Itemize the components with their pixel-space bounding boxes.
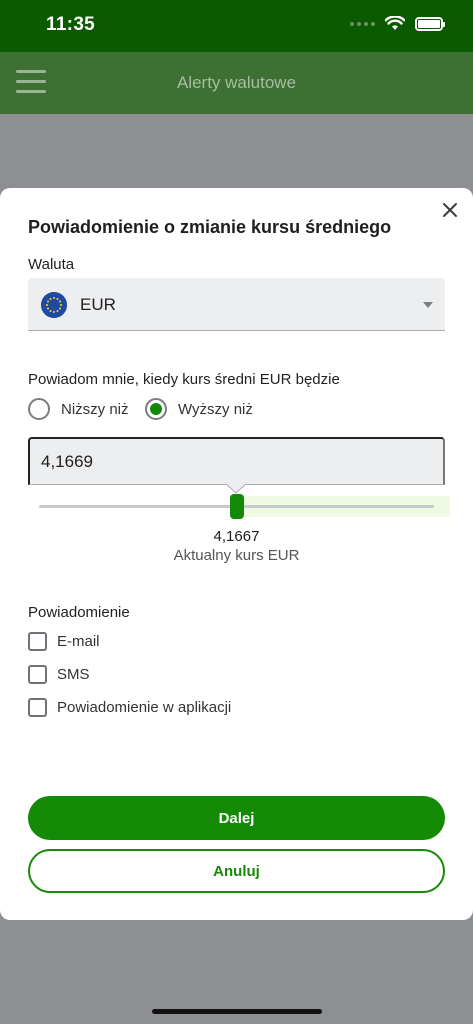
status-bar: 11:35 bbox=[0, 0, 473, 52]
battery-icon bbox=[415, 16, 445, 31]
eu-flag-icon bbox=[41, 292, 67, 318]
app-bar: Alerty walutowe bbox=[0, 52, 473, 114]
close-icon[interactable] bbox=[441, 201, 459, 219]
condition-label: Powiadom mnie, kiedy kurs średni EUR będ… bbox=[28, 371, 340, 388]
checkbox-app-box[interactable] bbox=[28, 698, 47, 717]
checkbox-email[interactable]: E-mail bbox=[28, 632, 100, 651]
modal-title: Powiadomienie o zmianie kursu średniego bbox=[28, 217, 392, 237]
signal-dots-icon bbox=[350, 21, 375, 26]
current-rate-value: 4,1667 bbox=[213, 528, 260, 545]
currency-value: EUR bbox=[80, 295, 116, 314]
home-indicator bbox=[152, 1009, 322, 1014]
checkbox-sms-box[interactable] bbox=[28, 665, 47, 684]
checkbox-sms[interactable]: SMS bbox=[28, 665, 90, 684]
chevron-down-icon bbox=[423, 302, 433, 308]
current-rate-caption: Aktualny kurs EUR bbox=[173, 547, 300, 564]
checkbox-email-box[interactable] bbox=[28, 632, 47, 651]
alert-modal: Powiadomienie o zmianie kursu średniego … bbox=[0, 188, 473, 920]
slider-thumb[interactable] bbox=[230, 494, 244, 519]
status-time: 11:35 bbox=[46, 14, 96, 35]
checkbox-app[interactable]: Powiadomienie w aplikacji bbox=[28, 698, 231, 717]
notification-label: Powiadomienie bbox=[28, 604, 130, 621]
threshold-input[interactable] bbox=[28, 437, 445, 485]
status-icons bbox=[350, 16, 445, 31]
app-title: Alerty walutowe bbox=[176, 73, 297, 92]
currency-select[interactable]: EUR bbox=[28, 278, 445, 331]
radio-lower[interactable]: Niższy niż bbox=[28, 398, 129, 420]
checkbox-app-label: Powiadomienie w aplikacji bbox=[57, 699, 232, 716]
radio-higher-circle[interactable] bbox=[145, 398, 167, 420]
wifi-icon bbox=[385, 16, 405, 30]
cancel-button[interactable]: Anuluj bbox=[28, 849, 445, 893]
slider-notch bbox=[226, 484, 246, 494]
checkbox-sms-label: SMS bbox=[57, 666, 90, 683]
radio-lower-circle[interactable] bbox=[28, 398, 50, 420]
radio-lower-label: Niższy niż bbox=[61, 400, 129, 418]
radio-higher[interactable]: Wyższy niż bbox=[145, 398, 253, 420]
screen: 11:35 Alerty walutowe Powiadomienie o zm… bbox=[0, 0, 473, 1024]
currency-label: Waluta bbox=[28, 256, 75, 273]
checkbox-email-label: E-mail bbox=[57, 633, 100, 650]
next-button[interactable]: Dalej bbox=[28, 796, 445, 840]
radio-higher-label: Wyższy niż bbox=[178, 400, 253, 418]
